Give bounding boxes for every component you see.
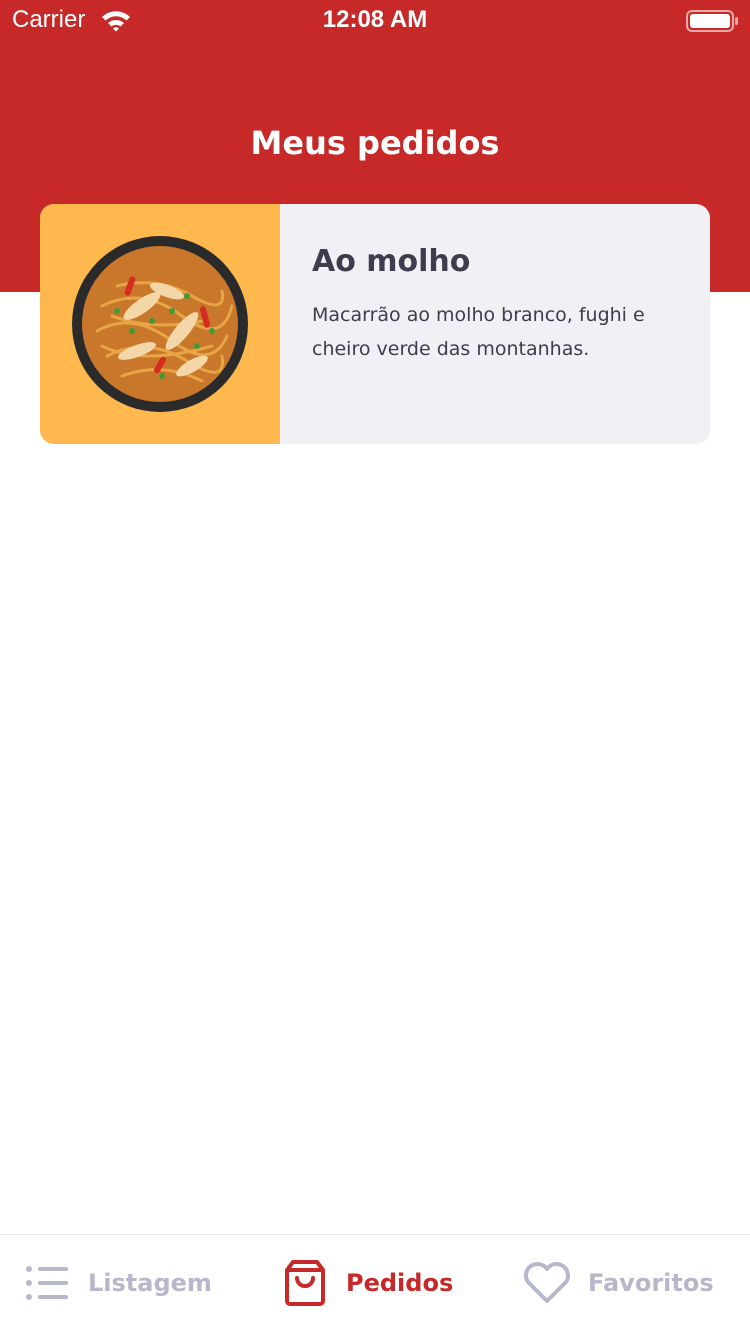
shopping-bag-icon: [285, 1260, 325, 1306]
pasta-dish-image: [72, 236, 248, 412]
tab-label-favoritos: Favoritos: [588, 1269, 714, 1297]
tab-bar: Listagem Pedidos Favoritos: [0, 1234, 750, 1335]
tab-pedidos[interactable]: Pedidos: [284, 1235, 464, 1335]
battery-icon: [686, 10, 738, 32]
page-title: Meus pedidos: [250, 124, 500, 162]
order-card[interactable]: Ao molho Macarrão ao molho branco, fughi…: [40, 204, 710, 444]
heart-icon: [524, 1262, 570, 1303]
tab-label-pedidos: Pedidos: [346, 1269, 454, 1297]
food-image-panel: [40, 204, 280, 444]
status-bar: Carrier 12:08 AM: [0, 0, 750, 40]
tab-label-listagem: Listagem: [88, 1269, 212, 1297]
clock: 12:08 AM: [322, 6, 428, 33]
order-title: Ao molho: [312, 244, 471, 279]
tab-listagem[interactable]: Listagem: [24, 1235, 224, 1335]
tab-favoritos[interactable]: Favoritos: [522, 1235, 722, 1335]
list-icon: [26, 1266, 68, 1300]
order-description: Macarrão ao molho branco, fughi e cheiro…: [312, 304, 645, 360]
